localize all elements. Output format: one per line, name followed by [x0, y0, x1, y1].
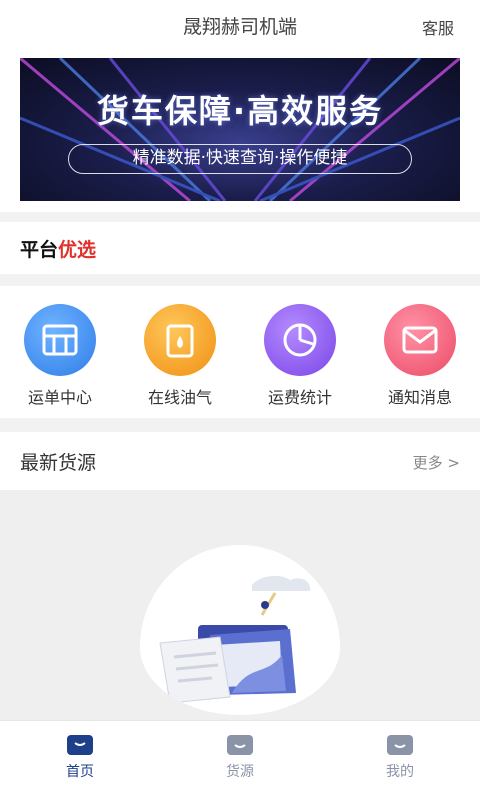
empty-state-area	[0, 490, 480, 720]
empty-state-illustration	[140, 545, 340, 715]
latest-cargo-header: 最新货源 更多 >	[0, 432, 480, 490]
latest-cargo-title: 最新货源	[20, 452, 97, 474]
tab-label: 我的	[386, 764, 414, 780]
cargo-icon	[227, 735, 253, 755]
tab-mine[interactable]: 我的	[350, 735, 450, 781]
tab-label: 首页	[66, 764, 94, 780]
feature-label: 运费统计	[267, 388, 332, 407]
banner-subline: 精准数据·快速查询·操作便捷	[68, 144, 412, 174]
platform-picks-section: 平台优选	[0, 222, 480, 274]
feature-online-fuel[interactable]: 在线油气	[130, 304, 230, 408]
profile-icon	[387, 735, 413, 755]
page-title: 晟翔赫司机端	[182, 16, 297, 38]
feature-label: 运单中心	[27, 388, 92, 407]
more-link[interactable]: 更多 >	[413, 452, 460, 473]
platform-picks-title: 平台优选	[20, 235, 96, 262]
feature-notifications[interactable]: 通知消息	[370, 304, 470, 408]
picks-label: 优选	[58, 239, 97, 261]
feature-label: 在线油气	[147, 388, 212, 407]
customer-service-button[interactable]: 客服	[422, 15, 454, 39]
feature-grid: 运单中心 在线油气 运费统计 通知消息	[0, 286, 480, 418]
fuel-icon	[144, 304, 216, 376]
pie-chart-icon	[264, 304, 336, 376]
banner-section: 货车保障·高效服务 精准数据·快速查询·操作便捷	[0, 52, 480, 212]
tab-cargo[interactable]: 货源	[190, 735, 290, 781]
tab-home[interactable]: 首页	[30, 735, 130, 781]
feature-waybill-center[interactable]: 运单中心	[10, 304, 110, 408]
feature-freight-stats[interactable]: 运费统计	[250, 304, 350, 408]
promo-banner[interactable]: 货车保障·高效服务 精准数据·快速查询·操作便捷	[20, 58, 460, 201]
app-header: 晟翔赫司机端 客服	[0, 0, 480, 52]
bottom-tab-bar: 首页 货源 我的	[0, 720, 480, 800]
banner-headline: 货车保障·高效服务	[96, 92, 384, 130]
tab-label: 货源	[226, 764, 254, 780]
waybill-icon	[24, 304, 96, 376]
platform-label: 平台	[20, 239, 59, 261]
feature-label: 通知消息	[387, 388, 452, 407]
mail-icon	[384, 304, 456, 376]
home-icon	[67, 735, 93, 755]
